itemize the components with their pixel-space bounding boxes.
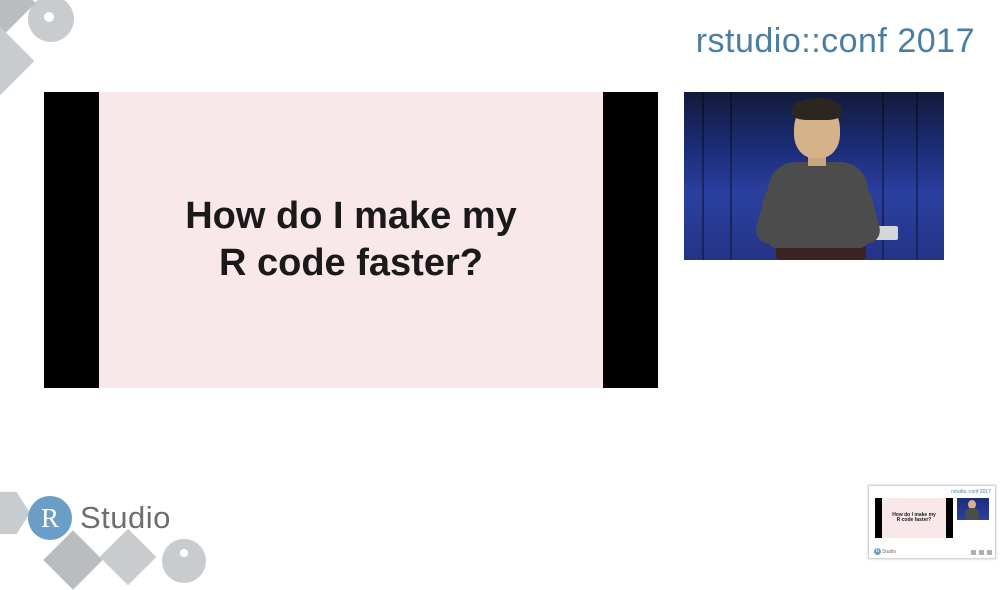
pip-slide: How do I make my R code faster? [875,498,953,538]
slide-title: How do I make my R code faster? [185,193,517,288]
pip-control-icon[interactable] [987,550,992,555]
pip-control-icon[interactable] [971,550,976,555]
rstudio-logo: R Studio [28,496,171,540]
pip-controls[interactable] [971,550,992,555]
pip-header: rstudio::conf 2017 [951,489,991,495]
pip-speaker [957,498,989,520]
rstudio-logo-icon: R [28,496,72,540]
pip-thumbnail[interactable]: rstudio::conf 2017 How do I make my R co… [868,485,996,559]
speaker-figure [754,92,882,260]
conference-header: rstudio::conf 2017 [696,22,975,61]
slide-content: How do I make my R code faster? [99,92,603,388]
pip-logo: R Studio [874,548,896,555]
pip-control-icon[interactable] [979,550,984,555]
rstudio-logo-text: Studio [80,500,171,536]
pip-slide-text: How do I make my R code faster? [892,513,936,524]
presentation-slide: How do I make my R code faster? [44,92,658,388]
slide-title-line2: R code faster? [219,242,483,284]
speaker-video [684,92,944,260]
slide-title-line1: How do I make my [185,195,517,237]
